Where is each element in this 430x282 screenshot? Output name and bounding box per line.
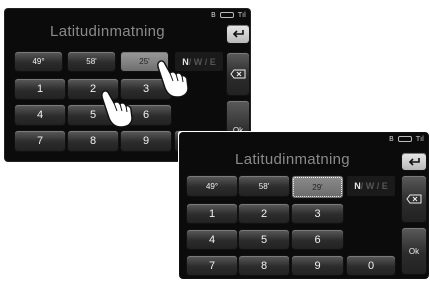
page-title: Latitudinmatning [235, 151, 350, 168]
key-2[interactable]: 2 [239, 204, 289, 223]
battery-icon [219, 11, 234, 18]
pointing-hand-icon [101, 90, 133, 128]
key-1[interactable]: 1 [187, 204, 237, 223]
back-button[interactable] [402, 153, 426, 170]
degrees-field[interactable]: 49° [15, 52, 62, 71]
key-7[interactable]: 7 [187, 256, 237, 275]
back-button[interactable] [227, 25, 249, 43]
key-8[interactable]: 8 [239, 256, 289, 275]
battery-icon [397, 135, 412, 142]
backspace-button[interactable] [402, 176, 426, 222]
key-8[interactable]: 8 [68, 131, 118, 151]
minutes-field[interactable]: 58' [68, 52, 115, 71]
key-5[interactable]: 5 [239, 230, 289, 249]
direction-w-e[interactable]: / W / E [189, 57, 216, 67]
key-4[interactable]: 4 [15, 105, 65, 125]
backspace-button[interactable] [227, 53, 249, 95]
key-9[interactable]: 9 [292, 256, 343, 275]
latitude-screen-result: B Tıl Latitudinmatning 49° 58' 29' N / W… [180, 133, 428, 278]
return-arrow-icon [408, 157, 420, 166]
minutes-field[interactable]: 58' [239, 176, 289, 196]
degrees-field[interactable]: 49° [187, 176, 237, 196]
backspace-x-icon [406, 194, 422, 204]
pointing-hand-icon [157, 60, 189, 98]
key-6[interactable]: 6 [292, 230, 343, 249]
key-4[interactable]: 4 [187, 230, 237, 249]
status-bar: B Tıl [211, 9, 246, 20]
backspace-x-icon [230, 69, 246, 79]
signal-icon: Tıl [237, 10, 246, 19]
key-1[interactable]: 1 [15, 79, 65, 99]
seconds-field[interactable]: 29' [292, 176, 343, 198]
page-title: Latitudinmatning [50, 23, 165, 40]
return-arrow-icon [232, 30, 244, 38]
key-0[interactable]: 0 [347, 256, 395, 275]
key-3[interactable]: 3 [292, 204, 343, 223]
direction-w-e[interactable]: / W / E [361, 181, 388, 191]
key-9[interactable]: 9 [121, 131, 171, 151]
direction-selector[interactable]: N / W / E [347, 176, 395, 196]
bluetooth-icon: B [389, 134, 394, 143]
status-bar: B Tıl [389, 133, 424, 144]
bluetooth-icon: B [211, 10, 216, 19]
key-7[interactable]: 7 [15, 131, 65, 151]
signal-icon: Tıl [415, 134, 424, 143]
ok-button[interactable]: Ok [402, 228, 426, 274]
